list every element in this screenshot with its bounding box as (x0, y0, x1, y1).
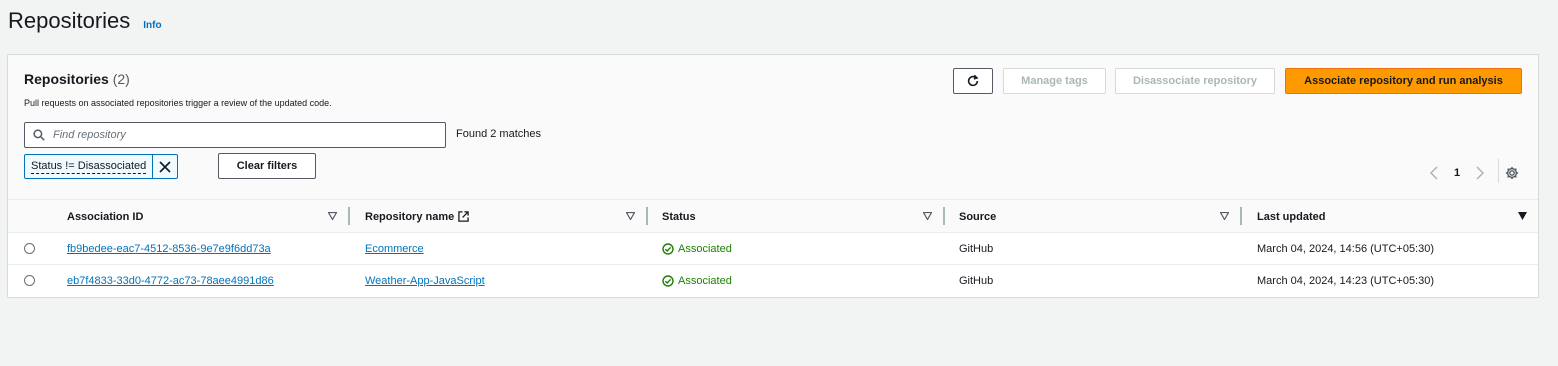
repositories-table: Association ID Repository name Status So… (8, 199, 1538, 297)
last-updated-cell: March 04, 2024, 14:23 (UTC+05:30) (1257, 275, 1435, 287)
sort-caret-active-icon[interactable] (1518, 212, 1527, 220)
table-row[interactable]: eb7f4833-33d0-4772-ac73-78aee4991d86 Wea… (8, 265, 1538, 297)
remove-filter-button[interactable] (153, 155, 177, 178)
sort-caret-icon[interactable] (1220, 212, 1229, 220)
close-icon (159, 160, 171, 173)
info-link[interactable]: Info (143, 20, 161, 31)
disassociate-repository-button[interactable]: Disassociate repository (1115, 68, 1275, 94)
refresh-icon (967, 74, 979, 87)
panel-title-label: Repositories (24, 71, 109, 87)
column-header-last-updated[interactable]: Last updated (1257, 200, 1325, 233)
filter-token[interactable]: Status != Disassociated (24, 154, 179, 179)
pagination-divider (1498, 159, 1499, 183)
panel-title: Repositories (2) (24, 71, 130, 87)
source-cell: GitHub (959, 243, 994, 255)
associate-repository-button[interactable]: Associate repository and run analysis (1285, 68, 1522, 94)
clear-filters-button[interactable]: Clear filters (218, 153, 316, 179)
check-circle-icon (662, 275, 674, 287)
status-text: Associated (678, 243, 732, 255)
repositories-panel: Repositories (2) Pull requests on associ… (7, 54, 1539, 298)
repository-name-link[interactable]: Ecommerce (365, 243, 424, 255)
column-divider[interactable] (646, 207, 648, 225)
previous-page-button[interactable] (1426, 165, 1442, 181)
sort-caret-icon[interactable] (923, 212, 932, 220)
chevron-left-icon (1429, 166, 1438, 180)
refresh-button[interactable] (953, 68, 993, 94)
last-updated-cell: March 04, 2024, 14:56 (UTC+05:30) (1257, 243, 1435, 255)
search-icon (33, 129, 45, 141)
panel-description: Pull requests on associated repositories… (24, 98, 332, 108)
column-divider[interactable] (348, 207, 350, 225)
search-input[interactable] (51, 128, 431, 142)
row-select-radio[interactable] (24, 275, 35, 286)
table-header: Association ID Repository name Status So… (8, 199, 1538, 233)
filter-token-label[interactable]: Status != Disassociated (25, 155, 154, 178)
search-field[interactable] (24, 122, 446, 148)
manage-tags-button[interactable]: Manage tags (1003, 68, 1106, 94)
repository-name-link[interactable]: Weather-App-JavaScript (365, 275, 485, 287)
repository-count: (2) (112, 71, 130, 87)
column-divider[interactable] (1240, 207, 1242, 225)
column-header-source[interactable]: Source (959, 200, 996, 233)
match-count: Found 2 matches (456, 128, 541, 140)
preferences-button[interactable] (1504, 165, 1520, 181)
column-divider[interactable] (943, 207, 945, 225)
column-header-status[interactable]: Status (662, 200, 696, 233)
status-badge: Associated (662, 265, 732, 297)
check-circle-icon (662, 243, 674, 255)
chevron-right-icon (1476, 166, 1485, 180)
column-header-association-id[interactable]: Association ID (67, 200, 143, 233)
sort-caret-icon[interactable] (626, 212, 635, 220)
source-cell: GitHub (959, 275, 994, 287)
row-select-radio[interactable] (24, 243, 35, 254)
next-page-button[interactable] (1472, 165, 1488, 181)
page-header: Repositories Info (8, 8, 162, 34)
status-badge: Associated (662, 233, 732, 265)
filter-token-text: Status != Disassociated (31, 159, 147, 174)
page-number[interactable]: 1 (1450, 165, 1464, 181)
table-row[interactable]: fb9bedee-eac7-4512-8536-9e7e9f6dd73a Eco… (8, 233, 1538, 265)
column-header-repository-name[interactable]: Repository name (365, 200, 469, 233)
status-text: Associated (678, 275, 732, 287)
sort-caret-icon[interactable] (328, 212, 337, 220)
column-header-repository-name-label: Repository name (365, 210, 455, 223)
association-id-link[interactable]: eb7f4833-33d0-4772-ac73-78aee4991d86 (67, 275, 274, 287)
gear-icon (1505, 166, 1519, 180)
external-link-icon (458, 211, 469, 222)
page-title: Repositories (8, 8, 131, 33)
association-id-link[interactable]: fb9bedee-eac7-4512-8536-9e7e9f6dd73a (67, 243, 271, 255)
